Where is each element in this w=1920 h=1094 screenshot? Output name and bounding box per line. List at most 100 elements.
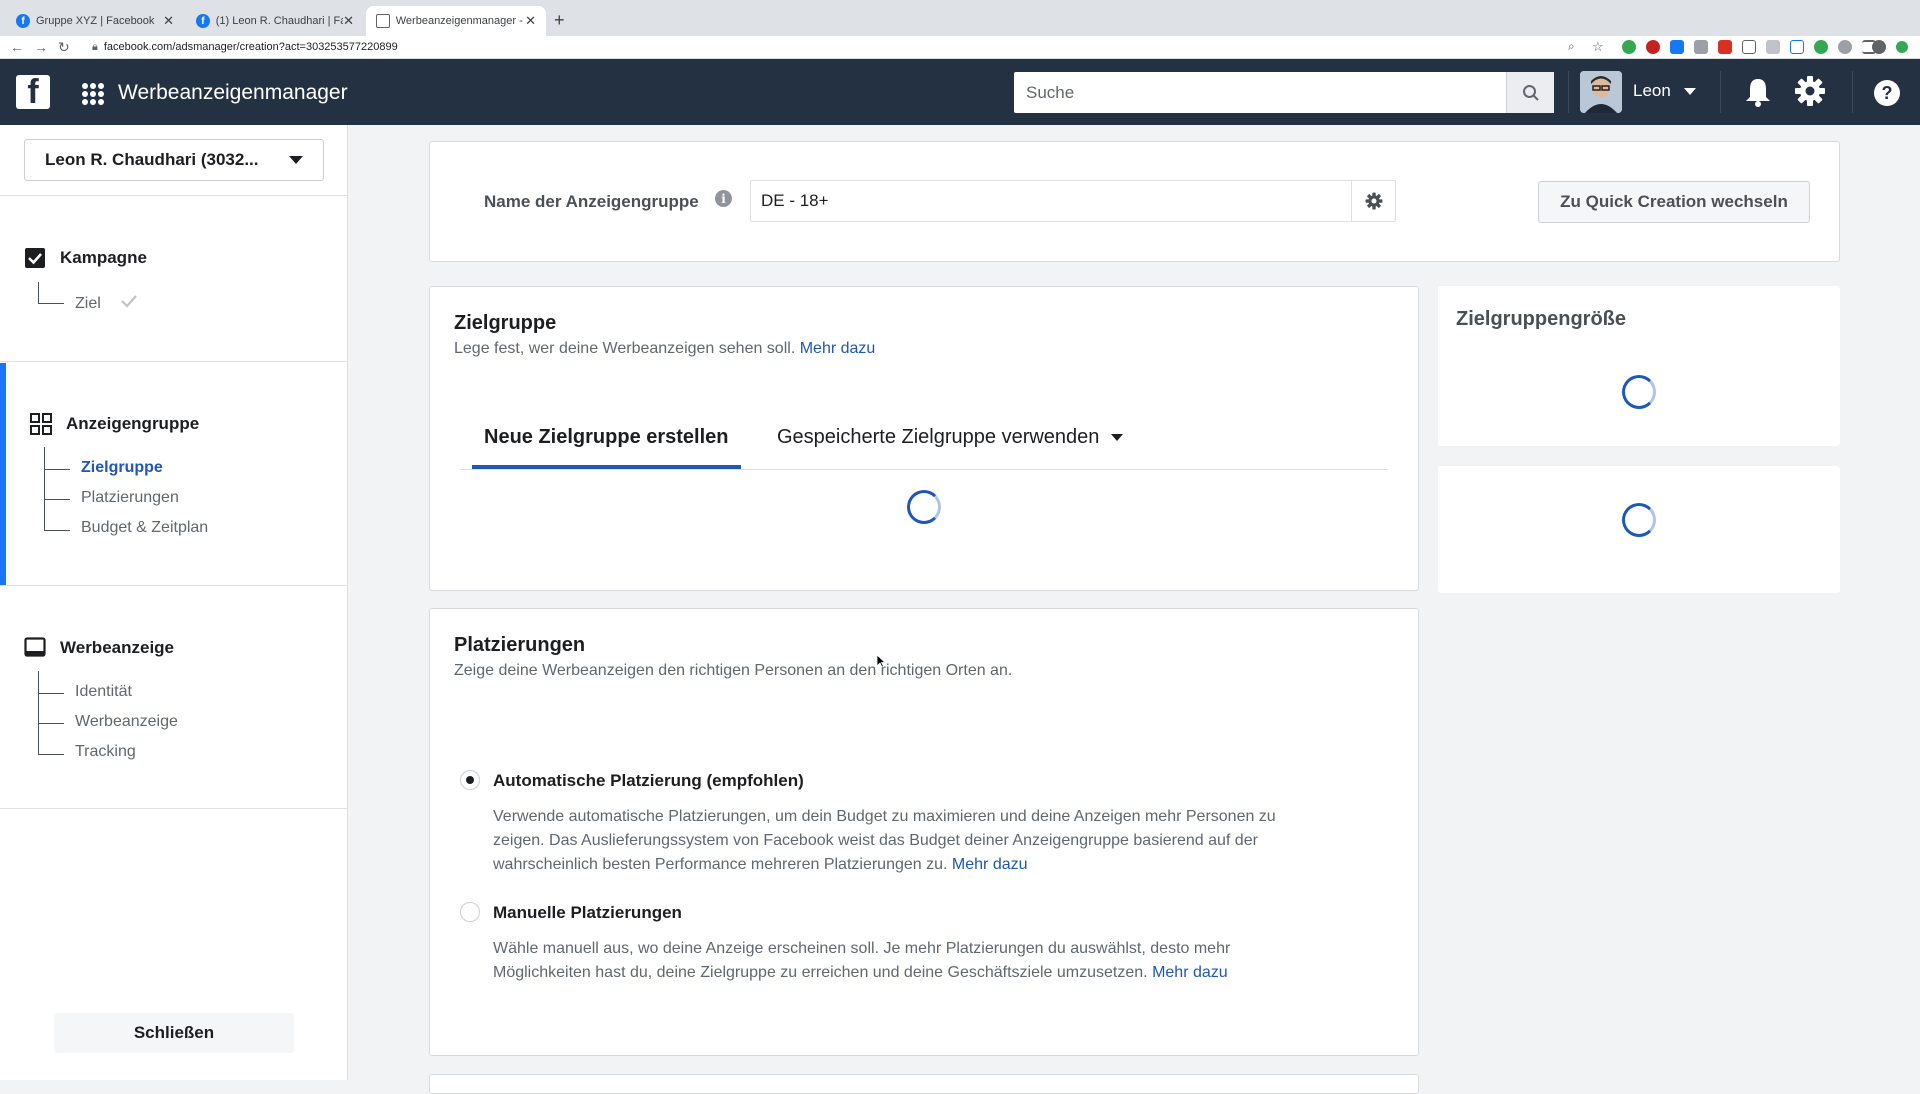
search-button[interactable] [1506, 72, 1554, 113]
tree-line [38, 693, 64, 694]
manual-placements-label[interactable]: Manuelle Platzierungen [493, 903, 682, 923]
name-settings-button[interactable] [1351, 181, 1395, 221]
tab-saved-audience[interactable]: Gespeicherte Zielgruppe verwenden [777, 426, 1124, 449]
ad-set-grid-icon [30, 413, 52, 435]
zoom-icon[interactable]: ⌕ [1568, 39, 1575, 54]
url-field[interactable]: 🔒︎ facebook.com/adsmanager/creation?act=3… [92, 41, 398, 54]
search-box [1014, 72, 1554, 113]
new-tab-button[interactable]: + [554, 10, 565, 31]
close-tab-icon[interactable]: ✕ [525, 13, 536, 29]
tree-line [44, 530, 70, 531]
help-icon[interactable]: ? [1874, 80, 1900, 106]
loading-spinner-icon [1622, 503, 1656, 537]
automatic-placement-label[interactable]: Automatische Platzierung (empfohlen) [493, 771, 804, 791]
search-input[interactable] [1014, 72, 1506, 113]
facebook-favicon-icon: f [16, 14, 30, 28]
placements-description: Zeige deine Werbeanzeigen den richtigen … [454, 662, 1013, 679]
manual-placements-description: Wähle manuell aus, wo deine Anzeige ersc… [493, 940, 1231, 981]
gear-icon [1365, 192, 1382, 210]
back-arrow-icon[interactable]: ← [10, 39, 24, 55]
account-selector[interactable]: Leon R. Chaudhari (3032... [24, 139, 324, 181]
browser-tab-3[interactable]: Werbeanzeigenmanager - Cre ✕ [366, 6, 546, 36]
tree-line [44, 499, 70, 500]
adset-name-input[interactable] [751, 191, 1351, 211]
sidebar-divider [0, 361, 348, 362]
bookmark-star-icon[interactable]: ☆ [1592, 39, 1604, 55]
adset-name-label: Name der Anzeigengruppe [484, 192, 699, 211]
audience-title: Zielgruppe [454, 312, 557, 334]
close-tab-icon[interactable]: ✕ [343, 13, 354, 29]
extension-icon[interactable] [1838, 40, 1852, 54]
address-bar: ← → ↻ 🔒︎ facebook.com/adsmanager/creation… [0, 36, 1920, 59]
sidebar-item-budget-zeitplan[interactable]: Budget & Zeitplan [81, 519, 208, 537]
status-icon [1896, 41, 1908, 53]
tree-line [38, 671, 39, 755]
extension-icon[interactable] [1622, 40, 1636, 54]
automatic-placement-learn-more-link[interactable]: Mehr dazu [952, 856, 1028, 873]
sidebar-item-tracking[interactable]: Tracking [75, 743, 136, 761]
search-icon [1522, 84, 1539, 101]
lock-icon: 🔒︎ [92, 41, 98, 53]
header-divider [1852, 71, 1853, 113]
sidebar-section-kampagne[interactable]: Kampagne [24, 247, 147, 269]
avatar[interactable] [1580, 71, 1622, 113]
extension-icon[interactable] [1646, 40, 1660, 54]
tree-line [38, 754, 64, 755]
apps-grid-icon[interactable] [82, 83, 104, 105]
browser-tab-2[interactable]: f (1) Leon R. Chaudhari | Facebo ✕ [186, 6, 364, 36]
profile-icon[interactable] [1872, 40, 1886, 54]
sidebar-item-ziel[interactable]: Ziel [75, 295, 101, 313]
sidebar-item-identitaet[interactable]: Identität [75, 683, 132, 701]
radio-automatic-placement[interactable] [460, 770, 480, 790]
app-title: Werbeanzeigenmanager [118, 81, 348, 104]
radio-manual-placements[interactable] [460, 902, 480, 922]
extension-icon[interactable] [1742, 40, 1756, 54]
manual-placements-learn-more-link[interactable]: Mehr dazu [1152, 964, 1228, 981]
chevron-down-icon [1111, 434, 1124, 441]
extension-icon[interactable] [1790, 40, 1804, 54]
sidebar-item-zielgruppe[interactable]: Zielgruppe [81, 459, 163, 477]
tab-divider [460, 469, 1388, 470]
active-section-indicator [0, 363, 6, 585]
audience-learn-more-link[interactable]: Mehr dazu [800, 340, 876, 357]
sidebar-section-anzeigengruppe[interactable]: Anzeigengruppe [30, 413, 199, 435]
extension-icon[interactable] [1718, 40, 1732, 54]
close-tab-icon[interactable]: ✕ [163, 13, 174, 29]
header-divider [1568, 71, 1569, 113]
close-button[interactable]: Schließen [54, 1013, 294, 1053]
settings-gear-icon[interactable] [1794, 75, 1826, 112]
tab-new-audience[interactable]: Neue Zielgruppe erstellen [484, 426, 729, 449]
loading-spinner-icon [907, 490, 941, 524]
forward-arrow-icon[interactable]: → [34, 39, 48, 55]
sidebar-divider [0, 195, 348, 196]
facebook-favicon-icon: f [196, 14, 210, 28]
next-section-card [429, 1074, 1419, 1094]
quick-creation-button[interactable]: Zu Quick Creation wechseln [1538, 181, 1810, 223]
sidebar-divider [0, 808, 348, 809]
loading-spinner-icon [1622, 375, 1656, 409]
checkmark-icon [121, 295, 137, 308]
top-navigation-bar: f Werbeanzeigenmanager Leon ? [0, 59, 1920, 125]
chevron-down-icon [289, 156, 303, 164]
user-menu-chevron-down-icon[interactable] [1684, 88, 1696, 95]
tree-line [44, 447, 45, 531]
facebook-logo-icon[interactable]: f [16, 75, 50, 109]
reload-icon[interactable]: ↻ [58, 39, 70, 56]
extension-icon[interactable] [1694, 40, 1708, 54]
sidebar-section-werbeanzeige[interactable]: Werbeanzeige [24, 637, 174, 659]
sidebar-item-werbeanzeige[interactable]: Werbeanzeige [75, 713, 178, 731]
info-icon[interactable]: i [715, 190, 732, 207]
notifications-bell-icon[interactable] [1744, 77, 1772, 112]
extension-icon[interactable] [1670, 40, 1684, 54]
tree-line [38, 282, 39, 304]
audience-size-title: Zielgruppengröße [1456, 308, 1626, 330]
browser-tab-bar: f Gruppe XYZ | Facebook ✕ f (1) Leon R. … [0, 0, 1920, 36]
sidebar: Leon R. Chaudhari (3032... Kampagne Ziel… [0, 125, 348, 1080]
sidebar-item-platzierungen[interactable]: Platzierungen [81, 489, 179, 507]
placements-title: Platzierungen [454, 634, 586, 656]
extension-icon[interactable] [1766, 40, 1780, 54]
extension-icon[interactable] [1814, 40, 1828, 54]
user-name[interactable]: Leon [1633, 81, 1671, 101]
browser-tab-1[interactable]: f Gruppe XYZ | Facebook ✕ [6, 6, 184, 36]
audience-description: Lege fest, wer deine Werbeanzeigen sehen… [454, 340, 876, 357]
